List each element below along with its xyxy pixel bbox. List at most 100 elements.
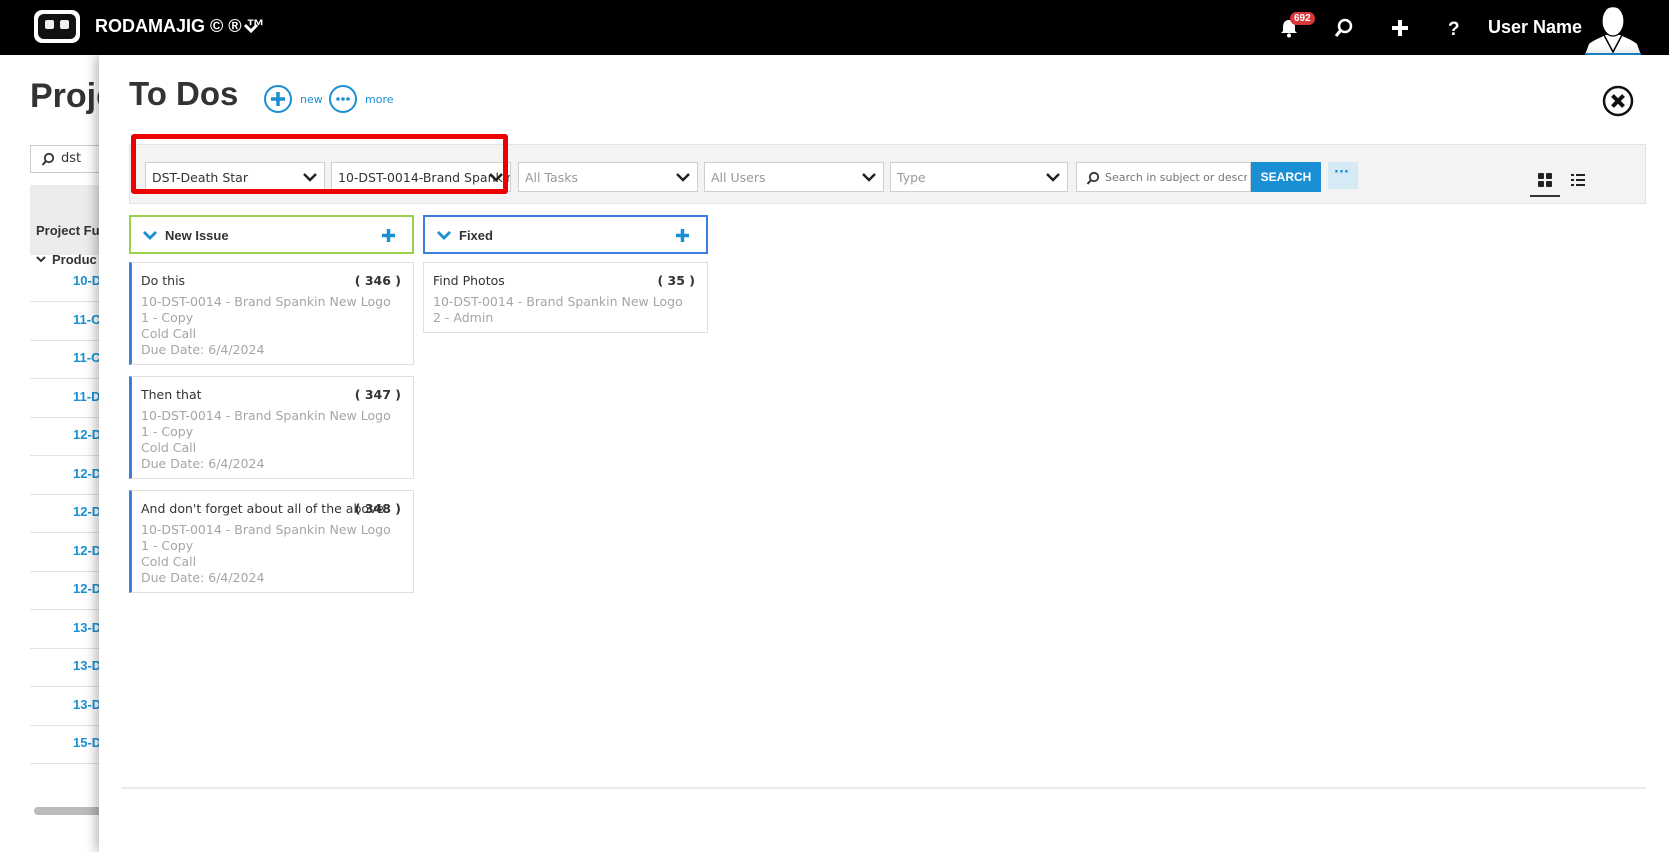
type-select-value: Type	[897, 170, 926, 185]
row-link[interactable]: 11-C	[73, 350, 100, 365]
users-select[interactable]: All Users	[704, 162, 884, 192]
list-view-button[interactable]	[1563, 167, 1593, 197]
card-task: 1 - Copy	[141, 424, 194, 439]
row-link[interactable]: 12-D	[73, 581, 101, 596]
grid-view-button[interactable]	[1530, 167, 1560, 197]
column-title: Fixed	[459, 228, 493, 243]
logo-eye-right	[60, 20, 69, 29]
row-link[interactable]: 12-D	[73, 466, 101, 481]
card-job: 10-DST-0014 - Brand Spankin New Logo	[141, 408, 391, 423]
table-row[interactable]: 10-D	[30, 261, 110, 302]
row-link[interactable]: 13-D	[73, 697, 101, 712]
filter-more-button[interactable]: ···	[1328, 162, 1358, 189]
project-select[interactable]: DST-Death Star	[145, 162, 325, 192]
table-row[interactable]: 12-D	[30, 454, 110, 495]
chevron-down-icon[interactable]	[243, 20, 259, 36]
column-header-new-issue[interactable]: New Issue	[129, 215, 414, 254]
help-icon[interactable]: ?	[1443, 17, 1465, 39]
panel-title: To Dos	[129, 75, 239, 112]
table-row[interactable]: 13-D	[30, 685, 110, 726]
new-label: new	[300, 93, 323, 106]
search-icon[interactable]	[1333, 17, 1355, 39]
table-row[interactable]: 12-D	[30, 569, 110, 610]
plus-icon[interactable]	[1389, 17, 1411, 39]
table-row[interactable]: 15-D	[30, 723, 110, 764]
todo-card[interactable]: And don't forget about all of the above …	[129, 490, 414, 593]
card-task: 1 - Copy	[141, 538, 194, 553]
todo-search-input[interactable]	[1105, 168, 1247, 186]
card-subject: And don't forget about all of the above	[141, 501, 385, 516]
table-row[interactable]: 12-D	[30, 531, 110, 572]
search-value: dst	[61, 151, 82, 166]
todos-panel: To Dos new more DST-Death Star 10-DST-00…	[99, 55, 1669, 852]
chevron-down-icon	[1046, 173, 1060, 182]
todo-card[interactable]: Do this ( 346 ) 10-DST-0014 - Brand Span…	[129, 262, 414, 365]
search-icon	[1086, 171, 1100, 185]
tasks-select[interactable]: All Tasks	[518, 162, 698, 192]
card-subject: Then that	[141, 387, 202, 402]
top-navigation-bar: RODAMAJIG © ® ™ 692 ? User Name	[0, 0, 1669, 55]
card-due-date: Due Date: 6/4/2024	[141, 456, 265, 471]
todo-search-box[interactable]	[1076, 162, 1251, 192]
project-select-value: DST-Death Star	[152, 170, 248, 185]
chevron-down-icon[interactable]	[437, 229, 451, 241]
row-link[interactable]: 12-D	[73, 504, 101, 519]
type-select[interactable]: Type	[890, 162, 1068, 192]
panel-footer-divider	[121, 787, 1646, 789]
todo-card[interactable]: Then that ( 347 ) 10-DST-0014 - Brand Sp…	[129, 376, 414, 479]
row-link[interactable]: 15-D	[73, 735, 101, 750]
add-card-plus-icon[interactable]	[675, 228, 690, 243]
chevron-down-icon[interactable]	[143, 229, 157, 241]
card-number: ( 348 )	[354, 501, 401, 516]
row-link[interactable]: 11-C	[73, 312, 100, 327]
row-link[interactable]: 13-D	[73, 620, 101, 635]
close-icon[interactable]	[1602, 85, 1634, 117]
grid-icon	[1538, 173, 1552, 187]
table-row[interactable]: 11-D	[30, 377, 110, 418]
card-type: Cold Call	[141, 326, 197, 341]
row-link[interactable]: 10-D	[73, 273, 101, 288]
avatar[interactable]	[1585, 2, 1641, 55]
more-label: more	[365, 93, 394, 106]
card-number: ( 347 )	[354, 387, 401, 402]
notification-count-badge: 692	[1290, 12, 1315, 25]
table-row[interactable]: 13-D	[30, 646, 110, 687]
card-due-date: Due Date: 6/4/2024	[141, 570, 265, 585]
table-row[interactable]: 11-C	[30, 338, 110, 379]
card-number: ( 346 )	[354, 273, 401, 288]
table-row[interactable]: 12-D	[30, 415, 110, 456]
table-row[interactable]: 12-D	[30, 492, 110, 533]
job-select[interactable]: 10-DST-0014-Brand Spankin New Logo	[331, 162, 511, 192]
search-icon	[41, 152, 55, 166]
row-link[interactable]: 12-D	[73, 543, 101, 558]
tasks-select-value: All Tasks	[525, 170, 578, 185]
search-button[interactable]: SEARCH	[1251, 162, 1321, 192]
column-header[interactable]: Project Ful	[36, 223, 103, 238]
card-number: ( 35 )	[657, 273, 695, 288]
add-card-plus-icon[interactable]	[381, 228, 396, 243]
column-header-fixed[interactable]: Fixed	[423, 215, 708, 254]
row-link[interactable]: 11-D	[73, 389, 100, 404]
chevron-down-icon	[489, 173, 503, 182]
app-logo-icon[interactable]	[34, 10, 80, 43]
ellipsis-icon	[329, 85, 357, 113]
table-row[interactable]: 11-C	[30, 300, 110, 341]
table-header	[30, 185, 110, 255]
user-name[interactable]: User Name	[1488, 17, 1582, 38]
row-link[interactable]: 13-D	[73, 658, 101, 673]
card-task: 1 - Copy	[141, 310, 194, 325]
job-select-value: 10-DST-0014-Brand Spankin New Logo	[338, 170, 511, 185]
card-task: 2 - Admin	[433, 310, 494, 325]
card-job: 10-DST-0014 - Brand Spankin New Logo	[141, 294, 391, 309]
brand-name[interactable]: RODAMAJIG © ® ™	[95, 16, 265, 37]
logo-face	[38, 14, 76, 39]
list-icon	[1571, 174, 1585, 186]
card-type: Cold Call	[141, 554, 197, 569]
todo-card[interactable]: Find Photos ( 35 ) 10-DST-0014 - Brand S…	[423, 262, 708, 333]
chevron-down-icon	[862, 173, 876, 182]
row-link[interactable]: 12-D	[73, 427, 101, 442]
table-row[interactable]: 13-D	[30, 608, 110, 649]
plus-icon	[264, 85, 292, 113]
chevron-down-icon	[303, 173, 317, 182]
card-type: Cold Call	[141, 440, 197, 455]
